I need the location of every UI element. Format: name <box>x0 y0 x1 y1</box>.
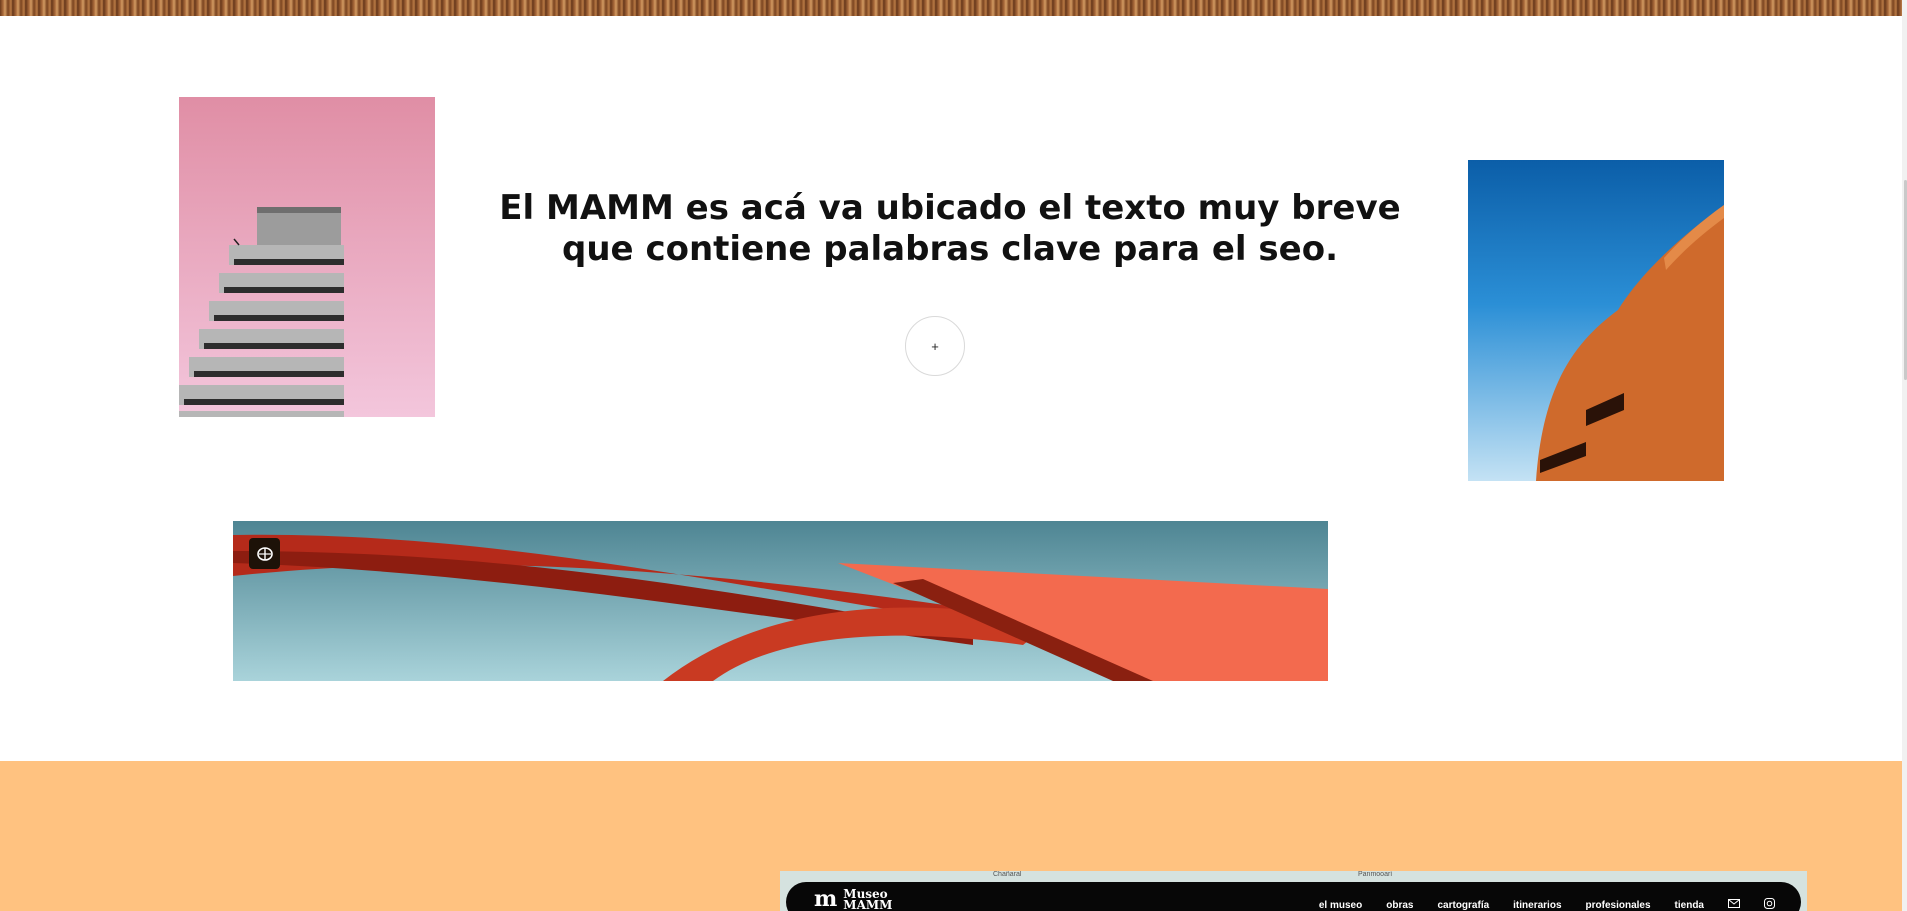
nav-link-profesionales[interactable]: profesionales <box>1586 900 1651 911</box>
instagram-icon[interactable] <box>1764 898 1775 911</box>
nav-link-obras[interactable]: obras <box>1386 900 1413 911</box>
red-steel-sculpture-photo <box>233 521 1328 681</box>
orange-brick-building-photo <box>1468 160 1724 481</box>
map-place-label: Chañaral <box>993 871 1022 878</box>
nav-link-tienda[interactable]: tienda <box>1675 900 1704 911</box>
nav-link-el-museo[interactable]: el museo <box>1319 900 1362 911</box>
intro-headline: El MAMM es acá va ubicado el texto muy b… <box>499 188 1401 269</box>
map-place-label: Panmooarí <box>1358 871 1393 878</box>
logo-mark: m <box>814 886 838 911</box>
mail-icon[interactable] <box>1728 899 1740 911</box>
museo-mamm-logo[interactable]: m Museo MAMM <box>814 886 893 911</box>
brain-icon[interactable] <box>249 538 280 569</box>
logo-line-2: MAMM <box>843 898 893 911</box>
nav-link-cartografia[interactable]: cartografía <box>1437 900 1489 911</box>
hero-image-bottom-strip <box>0 0 1902 16</box>
map-preview[interactable]: Chañaral Panmooarí m Museo MAMM el museo… <box>780 871 1807 911</box>
read-more-button[interactable]: + <box>905 316 965 376</box>
preview-navbar: m Museo MAMM el museo obras cartografía … <box>786 882 1801 911</box>
page-scrollbar[interactable] <box>1902 0 1907 911</box>
nav-link-itinerarios[interactable]: itinerarios <box>1513 900 1561 911</box>
pink-tower-photo <box>179 97 435 417</box>
